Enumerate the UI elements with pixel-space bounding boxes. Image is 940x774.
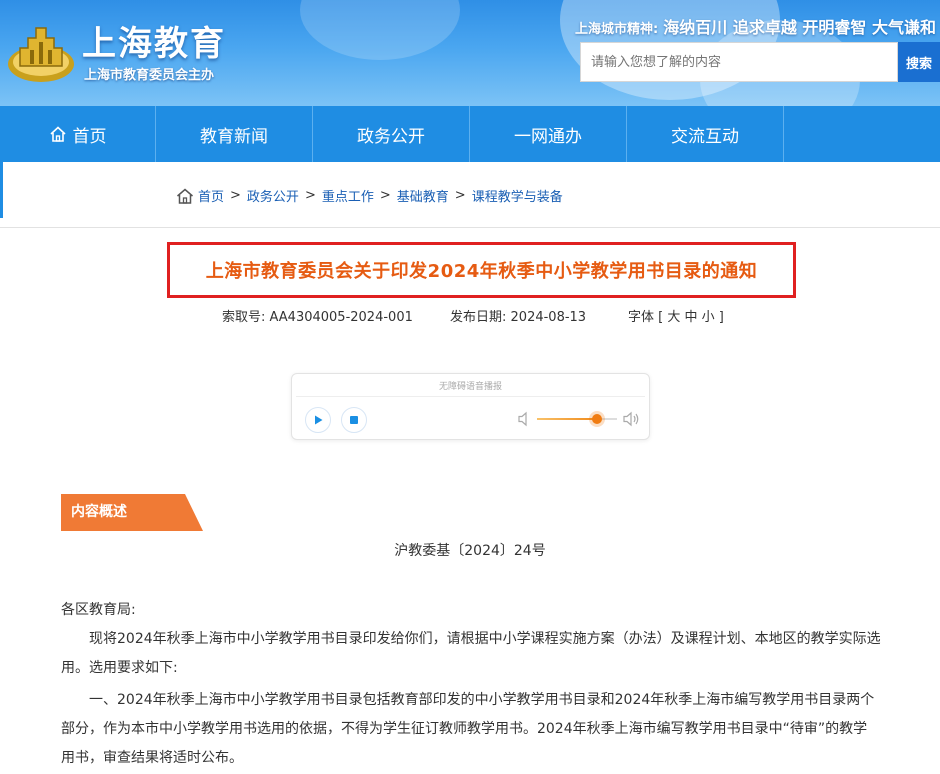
- article-title-box: 上海市教育委员会关于印发2024年秋季中小学教学用书目录的通知: [167, 242, 796, 298]
- nav-item-education-news[interactable]: 教育新闻: [156, 106, 313, 162]
- site-header: 上海教育 上海市教育委员会主办 上海城市精神: 海纳百川 追求卓越 开明睿智 大…: [0, 0, 940, 106]
- breadcrumb: 首页 > 政务公开 > 重点工作 > 基础教育 > 课程教学与装备: [176, 186, 563, 205]
- breadcrumb-link-curriculum[interactable]: 课程教学与装备: [472, 186, 563, 205]
- breadcrumb-link-basic-education[interactable]: 基础教育: [397, 186, 449, 205]
- salutation: 各区教育局:: [61, 602, 136, 618]
- shanghai-education-logo-icon[interactable]: [6, 14, 76, 86]
- breadcrumb-separator: >: [454, 188, 466, 203]
- volume-slider-fill: [537, 418, 597, 420]
- play-button[interactable]: [305, 407, 331, 433]
- body-paragraph: 一、2024年秋季上海市中小学教学用书目录包括教育部印发的中小学教学用书目录和2…: [61, 692, 875, 766]
- nav-item-interaction[interactable]: 交流互动: [627, 106, 784, 162]
- document-number: 沪教委基〔2024〕24号: [394, 543, 546, 559]
- index-number: 索取号: AA4304005-2024-001: [222, 306, 413, 325]
- player-divider: [296, 396, 645, 397]
- date-label: 发布日期:: [450, 310, 507, 325]
- search-input[interactable]: [580, 42, 898, 82]
- content-summary-tag: 内容概述: [61, 494, 203, 531]
- city-spirit-label: 上海城市精神:: [574, 22, 659, 37]
- player-title: 无障碍语音播报: [438, 382, 502, 392]
- nav-item-one-stop-service[interactable]: 一网通办: [470, 106, 627, 162]
- audio-player: 无障碍语音播报: [291, 373, 650, 440]
- index-label: 索取号:: [222, 310, 266, 325]
- header-decoration: [300, 0, 460, 60]
- volume-slider[interactable]: [537, 414, 617, 424]
- nav-item-label: 交流互动: [671, 126, 739, 147]
- main-nav: 首页 教育新闻 政务公开 一网通办 交流互动: [0, 106, 940, 162]
- font-size-selector[interactable]: 字体 [ 大 中 小 ]: [628, 306, 724, 325]
- breadcrumb-separator: >: [379, 188, 391, 203]
- site-subtitle: 上海市教育委员会主办: [84, 68, 215, 83]
- breadcrumb-link-key-work[interactable]: 重点工作: [322, 186, 374, 205]
- home-icon: [49, 126, 66, 142]
- nav-item-label: 首页: [72, 126, 107, 147]
- nav-item-government-affairs[interactable]: 政务公开: [313, 106, 470, 162]
- breadcrumb-separator: >: [304, 188, 316, 203]
- breadcrumb-separator: >: [230, 188, 241, 203]
- home-icon: [177, 188, 193, 204]
- nav-item-label: 教育新闻: [200, 126, 268, 147]
- index-value: AA4304005-2024-001: [269, 310, 413, 325]
- volume-low-icon[interactable]: [518, 411, 532, 427]
- site-title[interactable]: 上海教育: [82, 16, 226, 65]
- body-paragraph: 现将2024年秋季上海市中小学教学用书目录印发给你们，请根据中小学课程实施方案（…: [61, 631, 881, 676]
- search-button[interactable]: 搜索: [898, 42, 940, 82]
- nav-item-home[interactable]: 首页: [0, 106, 156, 162]
- stop-button[interactable]: [341, 407, 367, 433]
- date-value: 2024-08-13: [510, 310, 587, 325]
- volume-high-icon[interactable]: [623, 410, 641, 428]
- play-icon: [315, 415, 323, 425]
- city-spirit: 上海城市精神: 海纳百川 追求卓越 开明睿智 大气谦和: [575, 14, 936, 38]
- nav-item-label: 政务公开: [357, 126, 425, 147]
- volume-slider-handle[interactable]: [592, 414, 602, 424]
- publish-date: 发布日期: 2024-08-13: [450, 306, 586, 325]
- breadcrumb-link-home[interactable]: 首页: [198, 186, 224, 205]
- left-accent-bar: [0, 162, 3, 218]
- breadcrumb-link-government-affairs[interactable]: 政务公开: [247, 186, 299, 205]
- stop-icon: [350, 416, 358, 424]
- city-spirit-value: 海纳百川 追求卓越 开明睿智 大气谦和: [663, 18, 936, 37]
- nav-item-label: 一网通办: [514, 126, 582, 147]
- article-title: 上海市教育委员会关于印发2024年秋季中小学教学用书目录的通知: [205, 261, 758, 282]
